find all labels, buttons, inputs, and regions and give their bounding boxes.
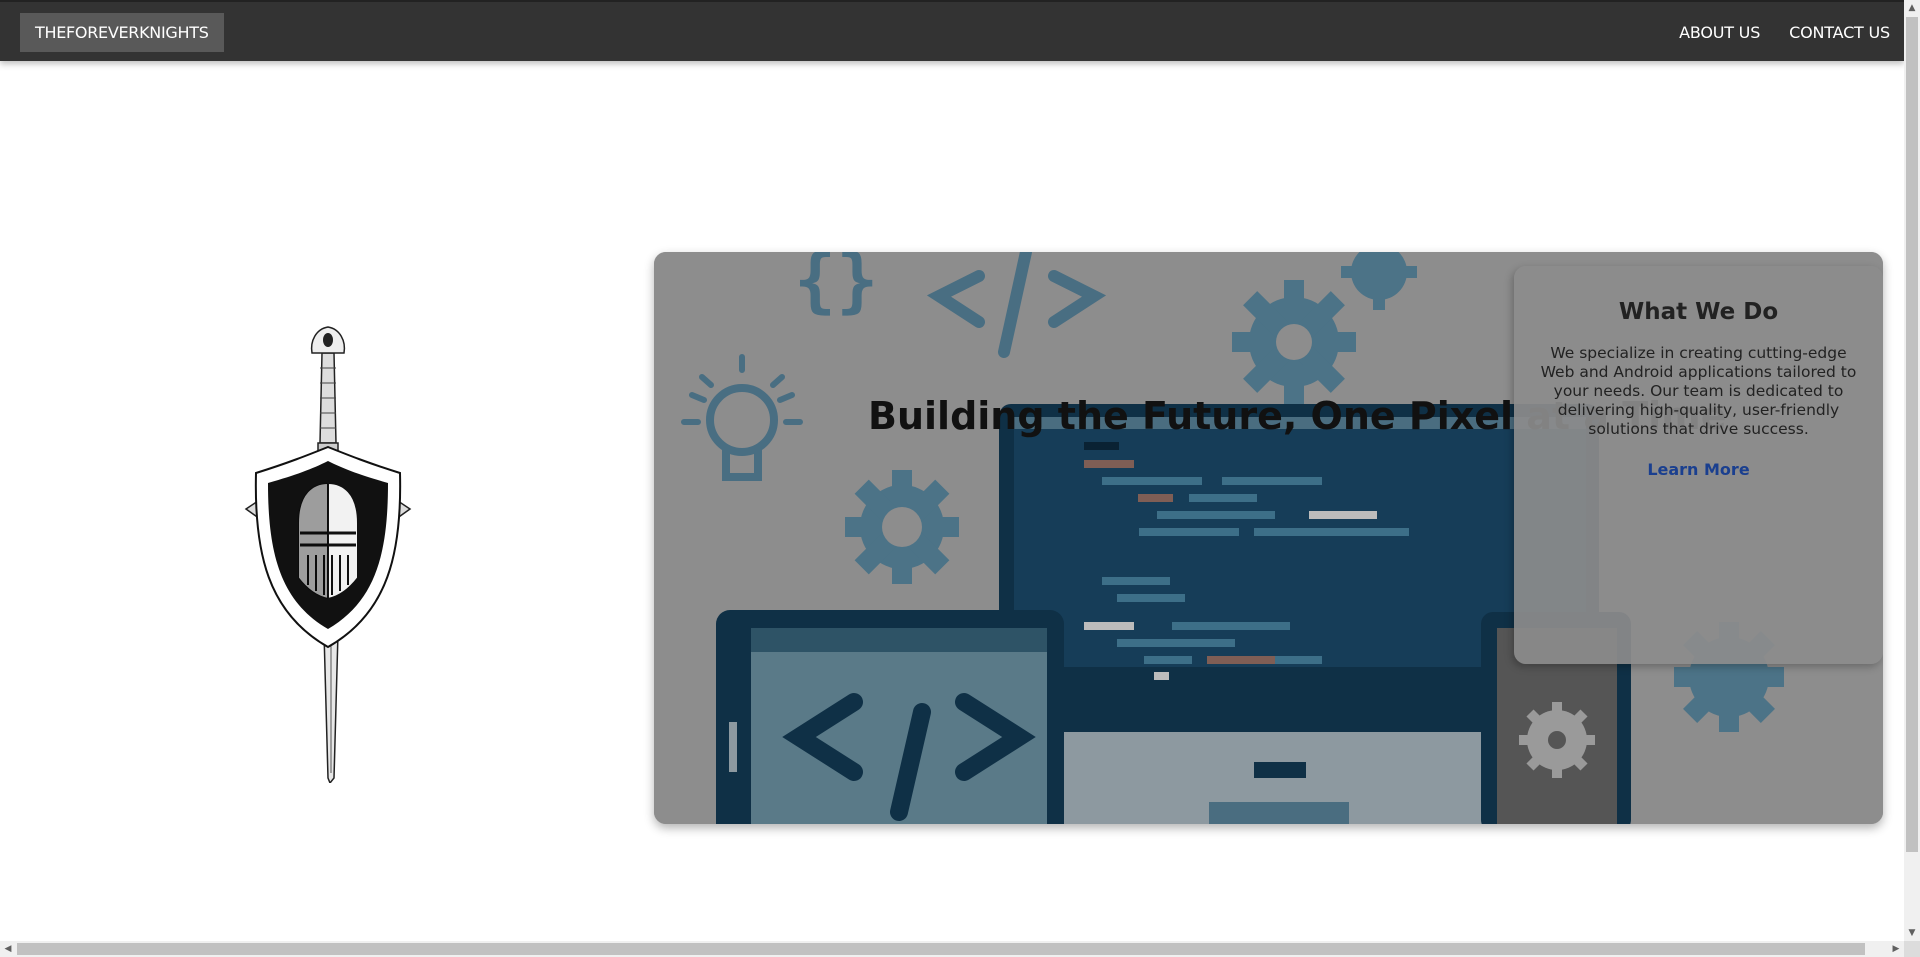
horizontal-scroll-thumb[interactable] xyxy=(17,943,1865,955)
horizontal-scrollbar[interactable]: ◀ ▶ xyxy=(0,941,1904,957)
scroll-right-icon[interactable]: ▶ xyxy=(1888,941,1904,957)
knight-shield-logo-icon xyxy=(244,326,412,783)
scroll-down-icon[interactable]: ▼ xyxy=(1904,925,1920,941)
svg-text:{}: {} xyxy=(794,252,878,321)
brand-link[interactable]: THEFOREVERKNIGHTS xyxy=(20,13,224,52)
what-we-do-card: What We Do We specialize in creating cut… xyxy=(1514,266,1883,664)
scrollbar-corner xyxy=(1904,941,1920,957)
card-title: What We Do xyxy=(1618,299,1779,325)
nav-about-us[interactable]: ABOUT US xyxy=(1679,23,1760,42)
vertical-scroll-thumb[interactable] xyxy=(1906,17,1918,852)
scroll-up-icon[interactable]: ▲ xyxy=(1904,0,1920,16)
learn-more-link[interactable]: Learn More xyxy=(1647,460,1749,479)
nav-links: ABOUT US CONTACT US xyxy=(1650,2,1890,63)
hero-banner: {} Building the Future, One Pixel at a T… xyxy=(654,252,1883,824)
scroll-left-icon[interactable]: ◀ xyxy=(0,941,16,957)
nav-contact-us[interactable]: CONTACT US xyxy=(1789,23,1890,42)
card-text: We specialize in creating cutting-edge W… xyxy=(1540,344,1857,438)
vertical-scrollbar[interactable]: ▲ ▼ xyxy=(1904,0,1920,941)
navbar: THEFOREVERKNIGHTS ABOUT US CONTACT US xyxy=(0,0,1904,61)
